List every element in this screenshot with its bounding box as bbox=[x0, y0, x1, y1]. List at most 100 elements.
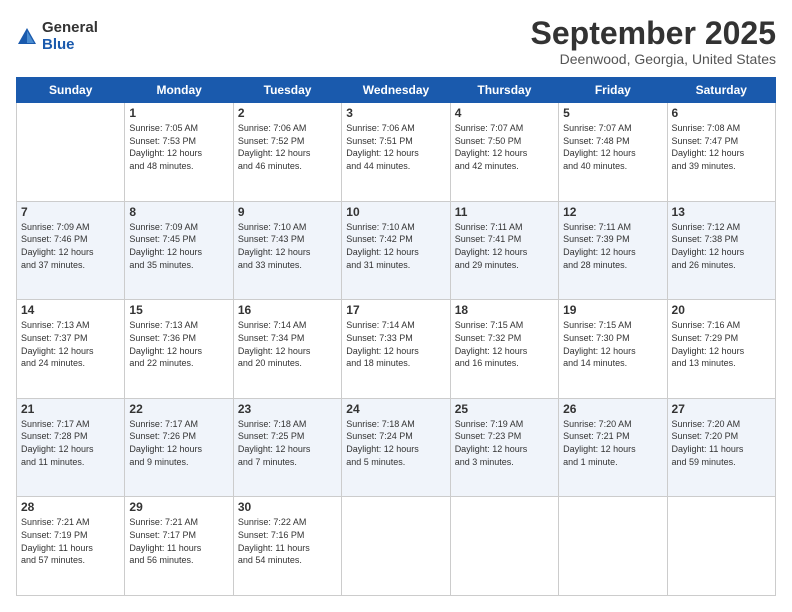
table-cell bbox=[342, 497, 450, 596]
day-info: Sunrise: 7:12 AM Sunset: 7:38 PM Dayligh… bbox=[672, 221, 771, 271]
day-info: Sunrise: 7:18 AM Sunset: 7:25 PM Dayligh… bbox=[238, 418, 337, 468]
table-cell: 3 Sunrise: 7:06 AM Sunset: 7:51 PM Daylig… bbox=[342, 103, 450, 202]
day-number: 24 bbox=[346, 402, 445, 416]
day-number: 17 bbox=[346, 303, 445, 317]
day-number: 28 bbox=[21, 500, 120, 514]
day-number: 9 bbox=[238, 205, 337, 219]
page: General Blue September 2025 Deenwood, Ge… bbox=[0, 0, 792, 612]
day-info: Sunrise: 7:14 AM Sunset: 7:34 PM Dayligh… bbox=[238, 319, 337, 369]
table-cell: 22Sunrise: 7:17 AM Sunset: 7:26 PM Dayli… bbox=[125, 398, 233, 497]
day-info: Sunrise: 7:09 AM Sunset: 7:45 PM Dayligh… bbox=[129, 221, 228, 271]
day-number: 12 bbox=[563, 205, 662, 219]
day-number: 19 bbox=[563, 303, 662, 317]
table-cell: 28 Sunrise: 7:21 AM Sunset: 7:19 PM Dayli… bbox=[17, 497, 125, 596]
day-number: 3 bbox=[346, 106, 445, 120]
day-info: Sunrise: 7:19 AM Sunset: 7:23 PM Dayligh… bbox=[455, 418, 554, 468]
table-cell: 27 Sunrise: 7:20 AM Sunset: 7:20 PM Dayli… bbox=[667, 398, 775, 497]
table-cell: 30 Sunrise: 7:22 AM Sunset: 7:16 PM Dayli… bbox=[233, 497, 341, 596]
day-info: Sunrise: 7:17 AM Sunset: 7:26 PM Dayligh… bbox=[129, 418, 228, 468]
col-saturday: Saturday bbox=[667, 78, 775, 103]
day-info: Sunrise: 7:15 AM Sunset: 7:30 PM Dayligh… bbox=[563, 319, 662, 369]
table-cell bbox=[17, 103, 125, 202]
day-info: Sunrise: 7:07 AM Sunset: 7:48 PM Dayligh… bbox=[563, 122, 662, 172]
day-info: Sunrise: 7:11 AM Sunset: 7:39 PM Dayligh… bbox=[563, 221, 662, 271]
day-number: 11 bbox=[455, 205, 554, 219]
header-row: Sunday Monday Tuesday Wednesday Thursday… bbox=[17, 78, 776, 103]
table-cell: 26 Sunrise: 7:20 AM Sunset: 7:21 PM Dayli… bbox=[559, 398, 667, 497]
day-number: 8 bbox=[129, 205, 228, 219]
table-cell: 13 Sunrise: 7:12 AM Sunset: 7:38 PM Dayli… bbox=[667, 201, 775, 300]
table-cell: 2Sunrise: 7:06 AM Sunset: 7:52 PM Daylig… bbox=[233, 103, 341, 202]
logo-icon bbox=[16, 26, 38, 48]
day-number: 6 bbox=[672, 106, 771, 120]
day-number: 15 bbox=[129, 303, 228, 317]
table-cell bbox=[559, 497, 667, 596]
day-number: 14 bbox=[21, 303, 120, 317]
day-info: Sunrise: 7:14 AM Sunset: 7:33 PM Dayligh… bbox=[346, 319, 445, 369]
day-info: Sunrise: 7:20 AM Sunset: 7:20 PM Dayligh… bbox=[672, 418, 771, 468]
table-cell: 15Sunrise: 7:13 AM Sunset: 7:36 PM Dayli… bbox=[125, 300, 233, 399]
table-cell: 17 Sunrise: 7:14 AM Sunset: 7:33 PM Dayli… bbox=[342, 300, 450, 399]
table-cell: 12 Sunrise: 7:11 AM Sunset: 7:39 PM Dayli… bbox=[559, 201, 667, 300]
day-info: Sunrise: 7:18 AM Sunset: 7:24 PM Dayligh… bbox=[346, 418, 445, 468]
calendar-week-row: 7 Sunrise: 7:09 AM Sunset: 7:46 PM Daylig… bbox=[17, 201, 776, 300]
calendar-week-row: 21 Sunrise: 7:17 AM Sunset: 7:28 PM Dayli… bbox=[17, 398, 776, 497]
table-cell: 23Sunrise: 7:18 AM Sunset: 7:25 PM Dayli… bbox=[233, 398, 341, 497]
col-wednesday: Wednesday bbox=[342, 78, 450, 103]
table-cell: 18 Sunrise: 7:15 AM Sunset: 7:32 PM Dayli… bbox=[450, 300, 558, 399]
logo-blue: Blue bbox=[42, 37, 98, 54]
location: Deenwood, Georgia, United States bbox=[531, 51, 776, 67]
table-cell: 21 Sunrise: 7:17 AM Sunset: 7:28 PM Dayli… bbox=[17, 398, 125, 497]
table-cell: 29 Sunrise: 7:21 AM Sunset: 7:17 PM Dayli… bbox=[125, 497, 233, 596]
logo: General Blue bbox=[16, 20, 98, 53]
logo-general: General bbox=[42, 20, 98, 37]
col-thursday: Thursday bbox=[450, 78, 558, 103]
month-title: September 2025 bbox=[531, 16, 776, 51]
day-number: 26 bbox=[563, 402, 662, 416]
col-friday: Friday bbox=[559, 78, 667, 103]
day-info: Sunrise: 7:10 AM Sunset: 7:43 PM Dayligh… bbox=[238, 221, 337, 271]
day-info: Sunrise: 7:21 AM Sunset: 7:19 PM Dayligh… bbox=[21, 516, 120, 566]
table-cell bbox=[667, 497, 775, 596]
day-number: 4 bbox=[455, 106, 554, 120]
day-info: Sunrise: 7:06 AM Sunset: 7:52 PM Dayligh… bbox=[238, 122, 337, 172]
day-info: Sunrise: 7:15 AM Sunset: 7:32 PM Dayligh… bbox=[455, 319, 554, 369]
day-info: Sunrise: 7:05 AM Sunset: 7:53 PM Dayligh… bbox=[129, 122, 228, 172]
day-number: 27 bbox=[672, 402, 771, 416]
day-number: 7 bbox=[21, 205, 120, 219]
table-cell: 19 Sunrise: 7:15 AM Sunset: 7:30 PM Dayli… bbox=[559, 300, 667, 399]
table-cell bbox=[450, 497, 558, 596]
table-cell: 25 Sunrise: 7:19 AM Sunset: 7:23 PM Dayli… bbox=[450, 398, 558, 497]
table-cell: 10Sunrise: 7:10 AM Sunset: 7:42 PM Dayli… bbox=[342, 201, 450, 300]
table-cell: 7 Sunrise: 7:09 AM Sunset: 7:46 PM Daylig… bbox=[17, 201, 125, 300]
day-info: Sunrise: 7:10 AM Sunset: 7:42 PM Dayligh… bbox=[346, 221, 445, 271]
table-cell: 4 Sunrise: 7:07 AM Sunset: 7:50 PM Daylig… bbox=[450, 103, 558, 202]
day-info: Sunrise: 7:11 AM Sunset: 7:41 PM Dayligh… bbox=[455, 221, 554, 271]
day-number: 30 bbox=[238, 500, 337, 514]
day-number: 25 bbox=[455, 402, 554, 416]
table-cell: 14Sunrise: 7:13 AM Sunset: 7:37 PM Dayli… bbox=[17, 300, 125, 399]
day-info: Sunrise: 7:21 AM Sunset: 7:17 PM Dayligh… bbox=[129, 516, 228, 566]
day-info: Sunrise: 7:17 AM Sunset: 7:28 PM Dayligh… bbox=[21, 418, 120, 468]
calendar-week-row: 28 Sunrise: 7:21 AM Sunset: 7:19 PM Dayli… bbox=[17, 497, 776, 596]
table-cell: 11 Sunrise: 7:11 AM Sunset: 7:41 PM Dayli… bbox=[450, 201, 558, 300]
day-info: Sunrise: 7:09 AM Sunset: 7:46 PM Dayligh… bbox=[21, 221, 120, 271]
day-number: 5 bbox=[563, 106, 662, 120]
day-info: Sunrise: 7:08 AM Sunset: 7:47 PM Dayligh… bbox=[672, 122, 771, 172]
table-cell: 20Sunrise: 7:16 AM Sunset: 7:29 PM Dayli… bbox=[667, 300, 775, 399]
table-cell: 9 Sunrise: 7:10 AM Sunset: 7:43 PM Daylig… bbox=[233, 201, 341, 300]
col-monday: Monday bbox=[125, 78, 233, 103]
day-info: Sunrise: 7:06 AM Sunset: 7:51 PM Dayligh… bbox=[346, 122, 445, 172]
day-info: Sunrise: 7:16 AM Sunset: 7:29 PM Dayligh… bbox=[672, 319, 771, 369]
day-info: Sunrise: 7:22 AM Sunset: 7:16 PM Dayligh… bbox=[238, 516, 337, 566]
table-cell: 8 Sunrise: 7:09 AM Sunset: 7:45 PM Daylig… bbox=[125, 201, 233, 300]
day-number: 13 bbox=[672, 205, 771, 219]
col-tuesday: Tuesday bbox=[233, 78, 341, 103]
day-number: 21 bbox=[21, 402, 120, 416]
day-info: Sunrise: 7:20 AM Sunset: 7:21 PM Dayligh… bbox=[563, 418, 662, 468]
day-number: 29 bbox=[129, 500, 228, 514]
day-number: 18 bbox=[455, 303, 554, 317]
table-cell: 6 Sunrise: 7:08 AM Sunset: 7:47 PM Daylig… bbox=[667, 103, 775, 202]
calendar-week-row: 14Sunrise: 7:13 AM Sunset: 7:37 PM Dayli… bbox=[17, 300, 776, 399]
day-info: Sunrise: 7:07 AM Sunset: 7:50 PM Dayligh… bbox=[455, 122, 554, 172]
